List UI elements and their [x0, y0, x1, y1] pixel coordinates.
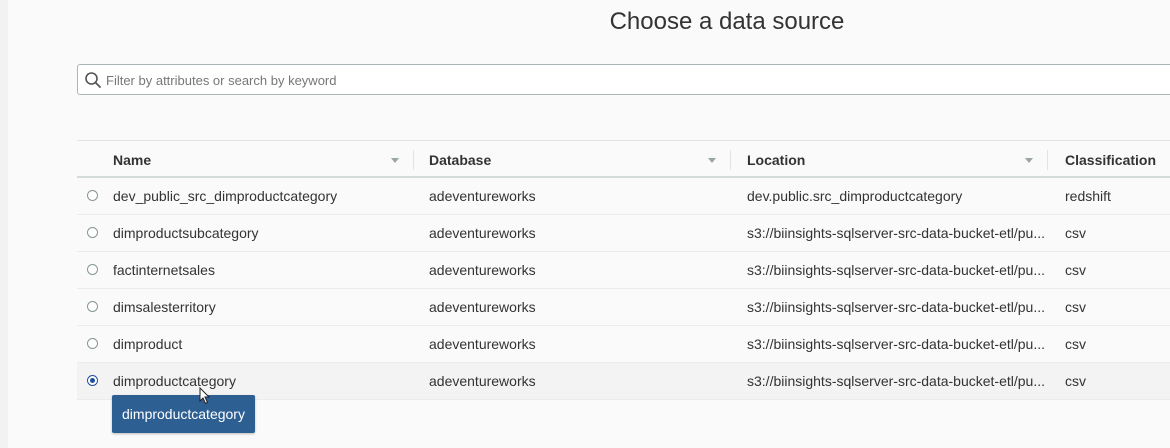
- cell-name: factinternetsales: [113, 262, 215, 278]
- table-row[interactable]: dimproductsubcategory adeventureworks s3…: [77, 215, 1170, 252]
- search-input[interactable]: [106, 69, 706, 91]
- left-gutter: [0, 0, 8, 448]
- search-box[interactable]: [77, 64, 1170, 95]
- table-header: Name Database Location Classification: [77, 140, 1170, 178]
- cell-classification: csv: [1065, 299, 1086, 315]
- cell-database: adeventureworks: [429, 188, 536, 204]
- column-header-label: Location: [747, 152, 806, 168]
- cell-location: s3://biinsights-sqlserver-src-data-bucke…: [747, 336, 1045, 352]
- column-header-label: Classification: [1065, 152, 1157, 168]
- column-divider[interactable]: [730, 150, 731, 170]
- cell-classification: csv: [1065, 225, 1086, 241]
- column-header-classification[interactable]: Classification: [1065, 141, 1156, 179]
- table-row[interactable]: dev_public_src_dimproductcategory adeven…: [77, 178, 1170, 215]
- table-row[interactable]: dimproduct adeventureworks s3://biinsigh…: [77, 326, 1170, 363]
- cell-name: dimproduct: [113, 336, 183, 352]
- column-header-location[interactable]: Location: [747, 141, 805, 179]
- cell-classification: csv: [1065, 336, 1086, 352]
- cell-database: adeventureworks: [429, 262, 536, 278]
- row-radio-button[interactable]: [87, 301, 98, 312]
- row-radio-button-checked[interactable]: [87, 375, 98, 386]
- caret-down-icon[interactable]: [391, 158, 399, 163]
- name-tooltip: dimproductcategory: [112, 395, 255, 433]
- row-radio-button[interactable]: [87, 264, 98, 275]
- column-header-database[interactable]: Database: [429, 141, 491, 179]
- cell-database: adeventureworks: [429, 299, 536, 315]
- column-header-label: Database: [429, 152, 492, 168]
- cell-classification: csv: [1065, 262, 1086, 278]
- cell-location: s3://biinsights-sqlserver-src-data-bucke…: [747, 262, 1045, 278]
- cell-database: adeventureworks: [429, 336, 536, 352]
- table-row[interactable]: factinternetsales adeventureworks s3://b…: [77, 252, 1170, 289]
- row-radio-button[interactable]: [87, 190, 98, 201]
- table-row[interactable]: dimsalesterritory adeventureworks s3://b…: [77, 289, 1170, 326]
- cell-location: s3://biinsights-sqlserver-src-data-bucke…: [747, 373, 1045, 389]
- cell-location: s3://biinsights-sqlserver-src-data-bucke…: [747, 225, 1045, 241]
- data-source-table: Name Database Location Classification de…: [77, 140, 1170, 400]
- column-header-label: Name: [113, 152, 152, 168]
- column-header-name[interactable]: Name: [113, 141, 151, 179]
- row-radio-button[interactable]: [87, 227, 98, 238]
- row-radio-button[interactable]: [87, 338, 98, 349]
- cell-database: adeventureworks: [429, 373, 536, 389]
- page-title: Choose a data source: [609, 8, 845, 35]
- cell-name: dimsalesterritory: [113, 299, 216, 315]
- cell-location: s3://biinsights-sqlserver-src-data-bucke…: [747, 299, 1045, 315]
- search-icon: [85, 72, 101, 88]
- cell-location: dev.public.src_dimproductcategory: [747, 188, 963, 204]
- cell-name: dev_public_src_dimproductcategory: [113, 188, 338, 204]
- caret-down-icon[interactable]: [1025, 158, 1033, 163]
- cell-classification: redshift: [1065, 188, 1111, 204]
- cell-database: adeventureworks: [429, 225, 536, 241]
- cell-name: dimproductsubcategory: [113, 225, 259, 241]
- column-divider[interactable]: [1047, 150, 1048, 170]
- mouse-pointer-icon: [199, 387, 211, 405]
- caret-down-icon[interactable]: [708, 158, 716, 163]
- column-divider[interactable]: [413, 150, 414, 170]
- cell-classification: csv: [1065, 373, 1086, 389]
